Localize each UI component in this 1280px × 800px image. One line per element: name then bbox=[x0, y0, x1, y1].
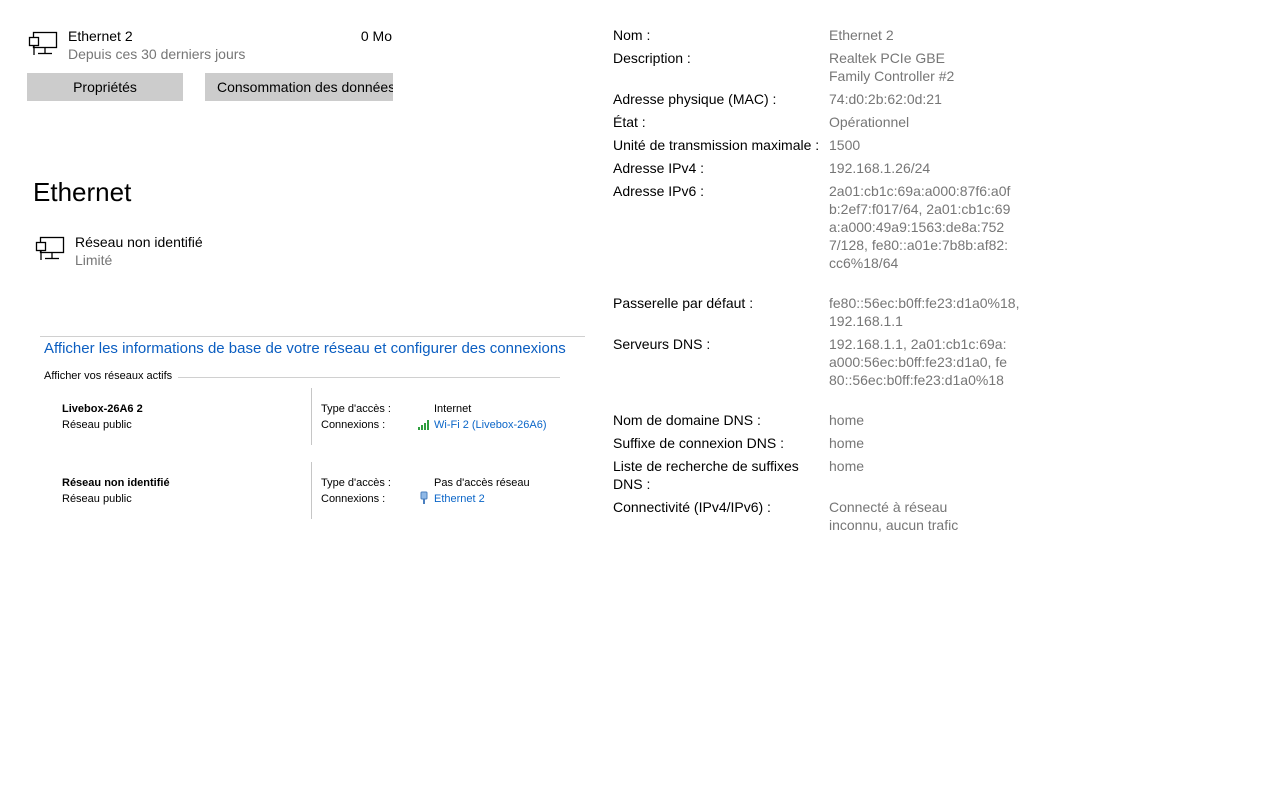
prop-label-mtu: Unité de transmission maximale : bbox=[613, 137, 820, 153]
adapter-name: Ethernet 2 bbox=[68, 28, 133, 44]
ethernet-plug-icon bbox=[420, 491, 428, 504]
ethernet-icon bbox=[35, 236, 65, 260]
network-status: Limité bbox=[75, 252, 113, 268]
prop-label-mac: Adresse physique (MAC) : bbox=[613, 91, 777, 107]
access-type-value: Pas d'accès réseau bbox=[434, 477, 530, 489]
active-network-type[interactable]: Réseau public bbox=[62, 492, 132, 506]
active-network-name: Livebox-26A6 2 bbox=[62, 403, 143, 415]
access-type-label: Type d'accès : bbox=[321, 477, 391, 489]
prop-value-connectivity: Connecté à réseau inconnu, aucun trafic bbox=[829, 499, 959, 533]
wifi-signal-icon bbox=[418, 420, 429, 430]
adapter-period: Depuis ces 30 derniers jours bbox=[68, 46, 246, 62]
prop-value-description: Realtek PCIe GBE Family Controller #2 bbox=[829, 50, 955, 84]
prop-label-state: État : bbox=[613, 114, 646, 130]
ethernet-connection-link[interactable]: Ethernet 2 bbox=[434, 492, 485, 506]
network-center-link[interactable]: Afficher les informations de base de vot… bbox=[44, 339, 566, 359]
prop-label-connectivity: Connectivité (IPv4/IPv6) : bbox=[613, 499, 771, 515]
network-name[interactable]: Réseau non identifié bbox=[75, 233, 203, 251]
prop-value-dns-search-list: home bbox=[829, 458, 865, 474]
adapter-usage: 0 Mo bbox=[360, 28, 392, 44]
divider bbox=[311, 462, 312, 519]
active-network-name: Réseau non identifié bbox=[62, 477, 170, 489]
divider bbox=[40, 336, 585, 337]
section-title: Ethernet bbox=[33, 177, 132, 207]
prop-label-ipv4: Adresse IPv4 : bbox=[613, 160, 705, 176]
access-type-label: Type d'accès : bbox=[321, 403, 391, 415]
connections-label: Connexions : bbox=[321, 493, 386, 505]
prop-value-dns-suffix: home bbox=[829, 435, 865, 451]
prop-value-name: Ethernet 2 bbox=[829, 27, 894, 43]
active-network-type[interactable]: Réseau public bbox=[62, 418, 132, 432]
prop-value-dns-domain: home bbox=[829, 412, 865, 428]
prop-value-mtu: 1500 bbox=[829, 137, 861, 153]
properties-button[interactable]: Propriétés bbox=[27, 73, 183, 101]
prop-label-gateway: Passerelle par défaut : bbox=[613, 295, 754, 311]
prop-label-dns-suffix: Suffixe de connexion DNS : bbox=[613, 435, 784, 451]
prop-value-ipv4: 192.168.1.26/24 bbox=[829, 160, 931, 176]
prop-value-state: Opérationnel bbox=[829, 114, 910, 130]
wifi-connection-link[interactable]: Wi-Fi 2 (Livebox-26A6) bbox=[434, 418, 546, 432]
access-type-value: Internet bbox=[434, 403, 472, 415]
prop-label-description: Description : bbox=[613, 50, 691, 66]
prop-label-dns-domain: Nom de domaine DNS : bbox=[613, 412, 761, 428]
prop-label-name: Nom : bbox=[613, 27, 651, 43]
prop-value-mac: 74:d0:2b:62:0d:21 bbox=[829, 91, 942, 107]
divider bbox=[311, 388, 312, 445]
prop-label-ipv6: Adresse IPv6 : bbox=[613, 183, 705, 199]
data-usage-button[interactable]: Consommation des données bbox=[205, 73, 393, 101]
prop-value-gateway: fe80::56ec:b0ff:fe23:d1a0%18, 192.168.1.… bbox=[829, 295, 1020, 329]
prop-label-dns-search-list: Liste de recherche de suffixes DNS : bbox=[613, 458, 799, 492]
connections-label: Connexions : bbox=[321, 419, 386, 431]
active-networks-header: Afficher vos réseaux actifs bbox=[44, 369, 179, 383]
prop-value-ipv6: 2a01:cb1c:69a:a000:87f6:a0fb:2ef7:f017/6… bbox=[829, 183, 1011, 271]
prop-value-dns-servers: 192.168.1.1, 2a01:cb1c:69a:a000:56ec:b0f… bbox=[829, 336, 1008, 388]
prop-label-dns-servers: Serveurs DNS : bbox=[613, 336, 711, 352]
ethernet-icon bbox=[28, 31, 58, 55]
